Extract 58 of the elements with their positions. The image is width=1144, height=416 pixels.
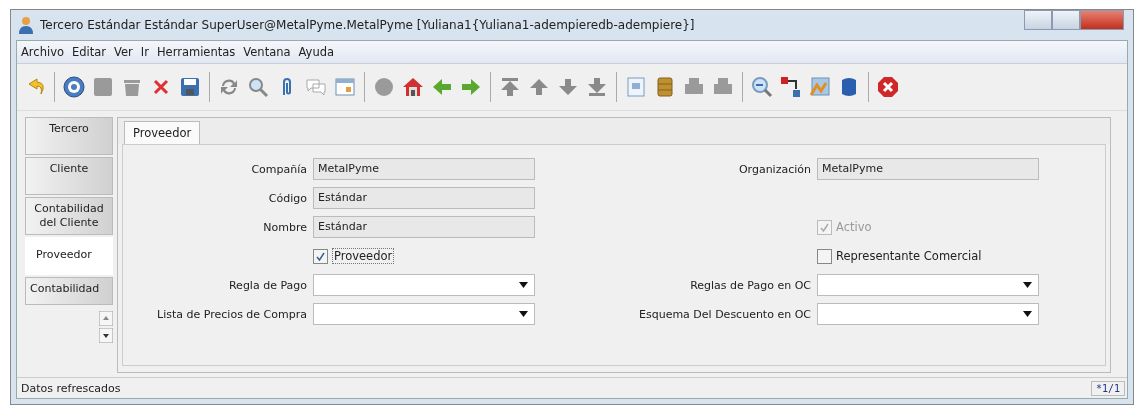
scroll-down-icon[interactable] [99, 328, 113, 343]
menu-item[interactable]: Ver [114, 45, 133, 59]
checkbox-label: Representante Comercial [836, 249, 982, 263]
workflow-icon[interactable] [779, 75, 803, 99]
circle-icon[interactable] [372, 75, 396, 99]
minimize-button[interactable] [1024, 10, 1052, 30]
menu-item[interactable]: Archivo [21, 45, 64, 59]
chart-icon[interactable] [808, 75, 832, 99]
user-icon [18, 16, 34, 34]
record-counter: *1/1 [1090, 380, 1125, 396]
caret-icon [1023, 282, 1032, 288]
close-button[interactable] [1080, 10, 1124, 30]
window-icon[interactable] [333, 75, 357, 99]
dropdown-field[interactable] [817, 303, 1039, 325]
side-tab[interactable]: Contabilidad [25, 277, 113, 305]
window-title: Tercero Estándar Estándar SuperUser@MetalPyme.MetalPyme [Yuliana1{Yuliana1-adempieredb-adempiere}] [40, 18, 695, 32]
search-icon[interactable] [246, 75, 270, 99]
field-label: Compañía [250, 162, 307, 176]
field-label: Regla de Pago [227, 278, 307, 292]
field-label: Organización [737, 162, 811, 176]
field-label: Nombre [262, 220, 307, 234]
menu-item[interactable]: Ayuda [298, 45, 335, 59]
text-field[interactable]: Estándar [313, 187, 535, 209]
checkbox[interactable] [313, 248, 328, 264]
help-icon[interactable] [62, 75, 86, 99]
status-message: Datos refrescados [21, 381, 121, 395]
dropdown-field[interactable] [817, 274, 1039, 296]
zoom-icon[interactable] [750, 75, 774, 99]
checkbox[interactable] [817, 248, 832, 264]
dropdown-field[interactable] [313, 303, 535, 325]
menu-item[interactable]: Ir [140, 45, 149, 59]
save-icon[interactable] [178, 75, 202, 99]
close-icon[interactable] [876, 75, 900, 99]
text-field[interactable]: MetalPyme [817, 158, 1039, 180]
side-tab[interactable]: Contabilidad del Cliente [25, 197, 113, 235]
checkbox-label: Proveedor [332, 248, 395, 264]
menu-item[interactable]: Herramientas [156, 45, 236, 59]
caret-icon [1023, 311, 1032, 317]
document-icon[interactable] [624, 75, 648, 99]
side-tab[interactable]: Proveedor [25, 237, 113, 275]
menu-item[interactable]: Ventana [243, 45, 291, 59]
text-field[interactable]: MetalPyme [313, 158, 535, 180]
dropdown-field[interactable] [313, 274, 535, 296]
side-tab[interactable]: Tercero [25, 117, 113, 155]
field-label: Reglas de Pago en OC [689, 278, 811, 292]
menu-item[interactable]: Editar [72, 45, 107, 59]
caret-icon [519, 311, 528, 317]
home-icon[interactable] [401, 75, 425, 99]
field-label: Código [267, 191, 307, 205]
tab[interactable]: Proveedor [124, 121, 201, 144]
field-label: Esquema Del Descuento en OC [638, 307, 811, 321]
checkbox-label: Activo [836, 220, 872, 234]
caret-icon [519, 282, 528, 288]
maximize-button[interactable] [1052, 10, 1080, 30]
side-tab[interactable]: Cliente [25, 157, 113, 195]
text-field[interactable]: Estándar [313, 216, 535, 238]
field-label: Lista de Precios de Compra [156, 307, 307, 321]
square-icon[interactable] [91, 75, 115, 99]
